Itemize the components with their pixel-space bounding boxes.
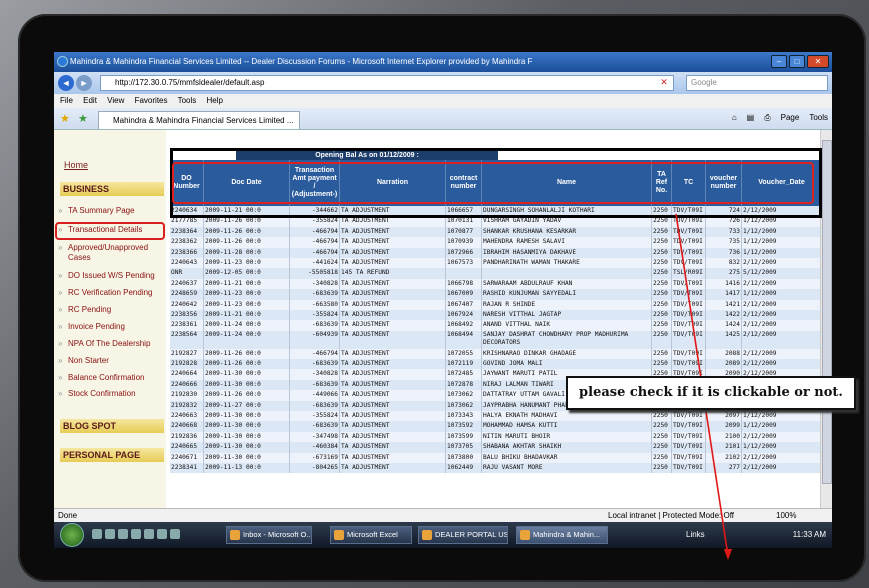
- arrow-head: [724, 549, 732, 560]
- callout-note: please check if it is clickable or not.: [566, 376, 856, 410]
- annotation-arrow: [675, 213, 732, 560]
